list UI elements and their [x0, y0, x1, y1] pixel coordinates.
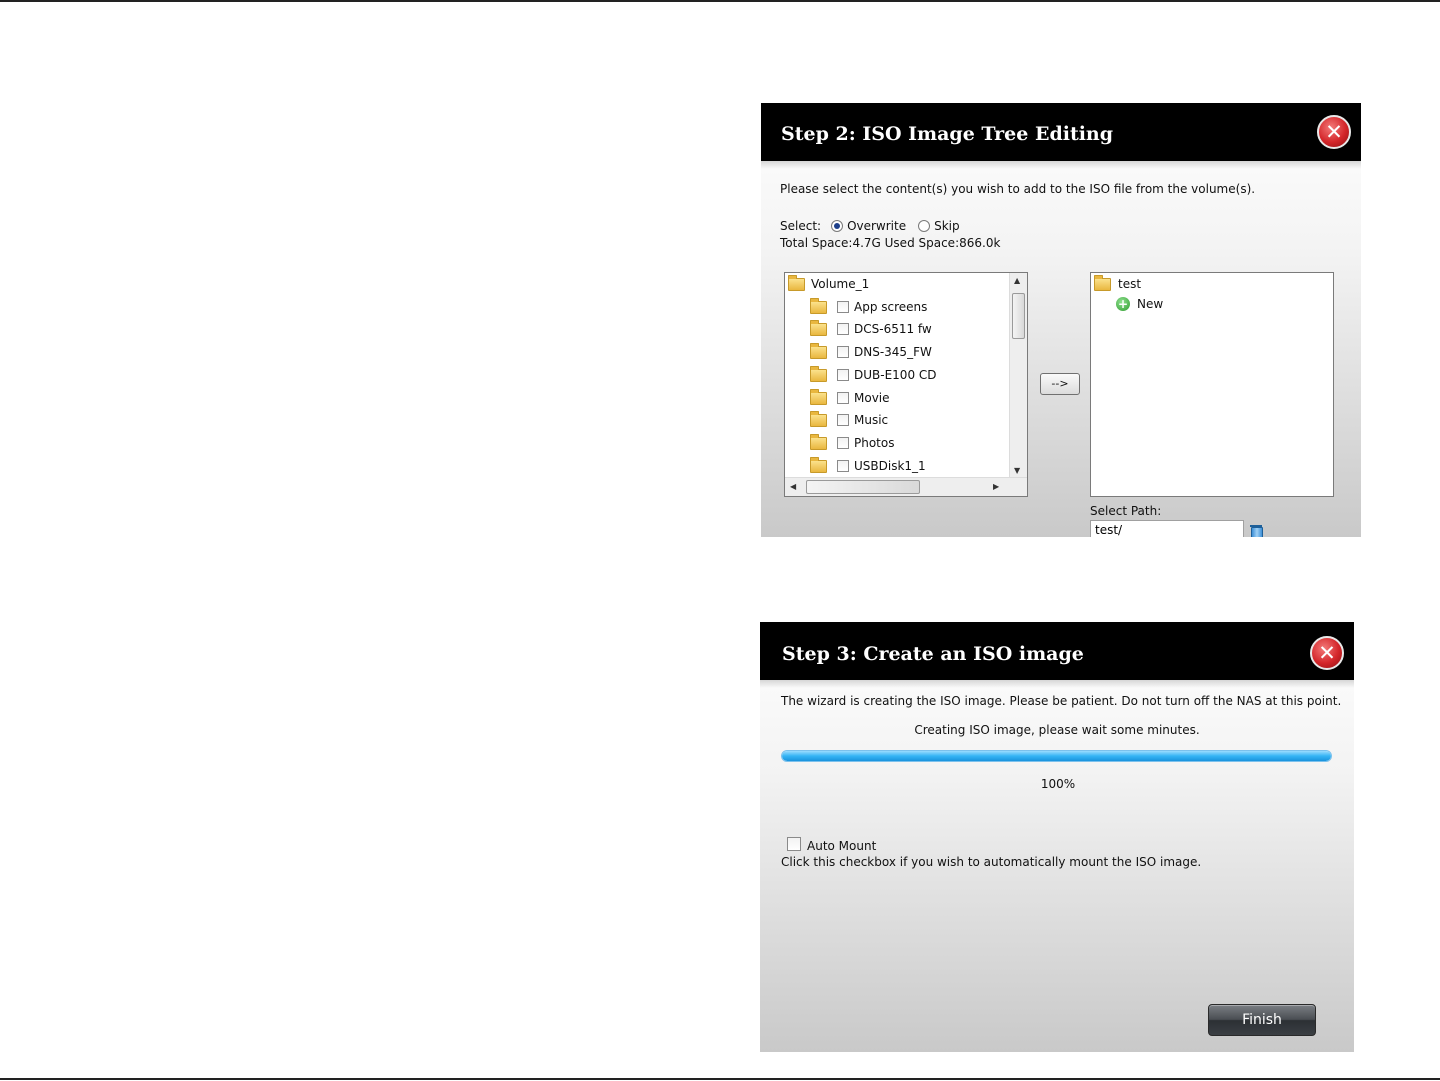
folder-icon: [810, 365, 827, 382]
horizontal-scrollbar[interactable]: ◀ ▶: [785, 477, 1027, 496]
tree-item-label: Photos: [854, 436, 895, 450]
tree-item-label: Music: [854, 413, 889, 427]
tree-item-label: App screens: [854, 300, 928, 314]
tree-item-checkbox[interactable]: [837, 369, 849, 381]
folder-icon: [810, 410, 827, 427]
tree-item[interactable]: DCS-6511 fw: [810, 319, 932, 338]
select-path-label: Select Path:: [1090, 504, 1162, 518]
horizontal-scroll-thumb[interactable]: [806, 480, 920, 494]
scroll-down-arrow-icon[interactable]: ▼: [1014, 466, 1020, 475]
tree-item-label: Movie: [854, 391, 890, 405]
finish-button[interactable]: Finish: [1208, 1004, 1316, 1036]
step3-header: Step 3: Create an ISO image ✕: [760, 622, 1354, 680]
tree-item-label: DCS-6511 fw: [854, 322, 932, 336]
step3-status: Creating ISO image, please wait some min…: [914, 723, 1200, 737]
tree-item-checkbox[interactable]: [837, 460, 849, 472]
select-path-input[interactable]: [1090, 520, 1244, 537]
tree-item-checkbox[interactable]: [837, 414, 849, 426]
step2-header-shine: [761, 161, 1361, 169]
tree-root-label: Volume_1: [811, 277, 870, 291]
progress-fill: [782, 751, 1331, 761]
tree-item-label: DUB-E100 CD: [854, 368, 937, 382]
auto-mount-label: Auto Mount: [807, 839, 877, 853]
step3-header-shine: [760, 680, 1354, 688]
add-folder-icon: +: [1116, 297, 1130, 311]
vertical-scroll-thumb[interactable]: [1012, 293, 1025, 339]
new-folder-label: New: [1137, 297, 1164, 311]
overwrite-label: Overwrite: [847, 219, 907, 233]
tree-item-label: DNS-345_FW: [854, 345, 932, 359]
bottom-rule: [0, 1078, 1440, 1080]
select-label: Select:: [780, 219, 822, 233]
vertical-scrollbar[interactable]: ▲ ▼: [1009, 273, 1027, 478]
tree-item[interactable]: DUB-E100 CD: [810, 365, 937, 384]
source-tree-pane[interactable]: Volume_1 App screens DCS-6511 fw DNS-345…: [784, 272, 1028, 497]
folder-icon: [810, 388, 827, 405]
add-to-iso-button[interactable]: -->: [1040, 373, 1080, 395]
tree-item-checkbox[interactable]: [837, 437, 849, 449]
folder-icon: [810, 342, 827, 359]
tree-root-volume[interactable]: Volume_1: [788, 274, 870, 293]
step2-instruction: Please select the content(s) you wish to…: [780, 182, 1256, 196]
step2-dialog: Step 2: ISO Image Tree Editing ✕ Please …: [761, 103, 1361, 537]
step3-title: Step 3: Create an ISO image: [782, 643, 1084, 665]
auto-mount-checkbox[interactable]: [787, 837, 801, 851]
space-info: Total Space:4.7G Used Space:866.0k: [780, 236, 1001, 250]
tree-item-checkbox[interactable]: [837, 346, 849, 358]
step3-dialog: Step 3: Create an ISO image ✕ The wizard…: [760, 622, 1354, 1052]
tree-item-label: USBDisk1_1: [854, 459, 926, 473]
tree-item[interactable]: App screens: [810, 297, 928, 316]
folder-icon: [810, 433, 827, 450]
skip-radio[interactable]: [918, 220, 931, 232]
folder-icon: [810, 456, 827, 473]
scroll-up-arrow-icon[interactable]: ▲: [1014, 276, 1020, 285]
tree-item[interactable]: Music: [810, 410, 889, 429]
tree-item[interactable]: Photos: [810, 433, 895, 452]
folder-icon: [810, 297, 827, 314]
tree-item-checkbox[interactable]: [837, 392, 849, 404]
progress-bar: [781, 750, 1332, 762]
folder-open-icon: [788, 274, 805, 291]
step2-header: Step 2: ISO Image Tree Editing ✕: [761, 103, 1361, 161]
tree-item[interactable]: USBDisk1_1: [810, 456, 926, 475]
step2-title: Step 2: ISO Image Tree Editing: [781, 123, 1114, 145]
tree-item-checkbox[interactable]: [837, 323, 849, 335]
target-root-label: test: [1118, 277, 1142, 291]
trash-icon[interactable]: [1250, 525, 1263, 537]
target-tree-pane[interactable]: test + New: [1090, 272, 1334, 497]
target-root[interactable]: test: [1094, 274, 1142, 293]
scroll-left-arrow-icon[interactable]: ◀: [790, 482, 796, 491]
overwrite-radio[interactable]: [831, 220, 844, 232]
progress-percent: 100%: [1040, 777, 1076, 791]
select-options: Select: Overwrite Skip: [780, 219, 960, 233]
tree-item-checkbox[interactable]: [837, 301, 849, 313]
tree-item[interactable]: DNS-345_FW: [810, 342, 932, 361]
auto-mount-row: Auto Mount: [787, 837, 877, 853]
step3-notice: The wizard is creating the ISO image. Pl…: [781, 694, 1342, 708]
new-folder-item[interactable]: + New: [1116, 295, 1163, 313]
scroll-right-arrow-icon[interactable]: ▶: [993, 482, 999, 491]
folder-icon: [810, 319, 827, 336]
top-rule: [0, 0, 1440, 2]
skip-label: Skip: [934, 219, 960, 233]
folder-open-icon: [1094, 274, 1111, 291]
step3-close-icon[interactable]: ✕: [1310, 636, 1344, 670]
tree-item[interactable]: Movie: [810, 388, 890, 407]
step2-close-icon[interactable]: ✕: [1317, 115, 1351, 149]
auto-mount-help: Click this checkbox if you wish to autom…: [781, 855, 1202, 869]
